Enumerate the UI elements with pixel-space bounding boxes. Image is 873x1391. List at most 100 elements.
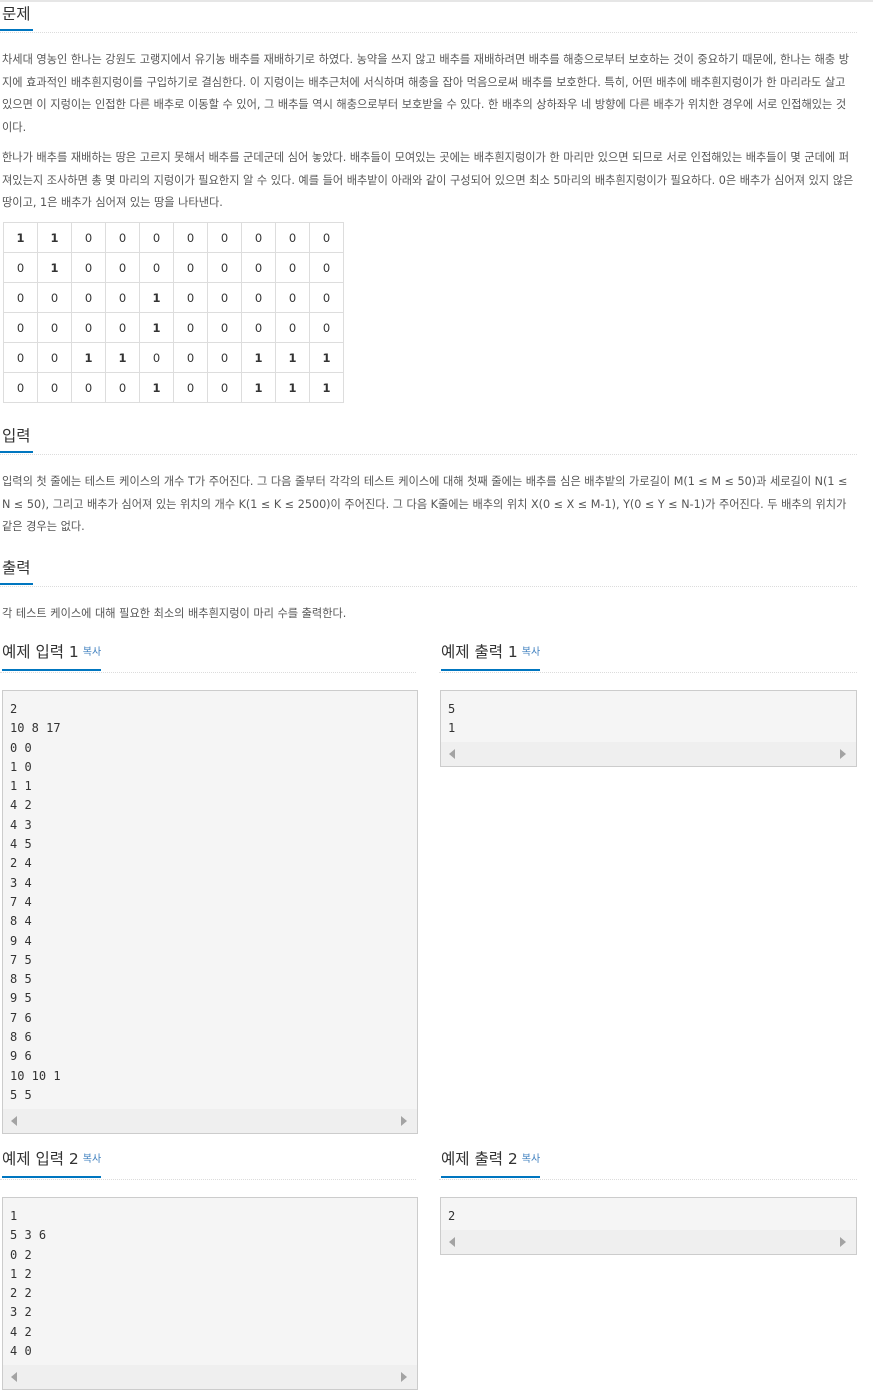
grid-cell: 1: [139, 282, 174, 313]
grid-cell: 0: [71, 222, 106, 253]
grid-row: 0000100000: [3, 282, 344, 313]
sample-input-2-box[interactable]: 1 5 3 6 0 2 1 2 2 2 3 2 4 2 4 0: [2, 1197, 418, 1390]
grid-cell: 0: [275, 282, 310, 313]
grid-cell: 0: [37, 342, 72, 373]
scroll-right-arrow-icon[interactable]: [840, 1237, 846, 1247]
copy-sample-input-1-button[interactable]: 복사: [83, 647, 101, 658]
grid-cell: 0: [71, 312, 106, 343]
grid-cell: 0: [173, 312, 208, 343]
grid-cell: 0: [71, 252, 106, 283]
grid-cell: 0: [139, 252, 174, 283]
grid-cell: 0: [241, 222, 276, 253]
grid-cell: 0: [173, 222, 208, 253]
sample-output-1-box[interactable]: 5 1: [440, 690, 857, 767]
grid-cell: 1: [139, 372, 174, 403]
sample-output-1-header: 예제 출력 1 복사: [439, 640, 857, 673]
grid-cell: 0: [105, 222, 140, 253]
grid-cell: 0: [207, 312, 242, 343]
sample-input-1-text: 2 10 8 17 0 0 1 0 1 1 4 2 4 3 4 5 2 4 3 …: [10, 702, 61, 1102]
grid-cell: 0: [241, 312, 276, 343]
sample-output-1-title: 예제 출력 1 복사: [441, 640, 541, 671]
grid-cell: 0: [3, 252, 38, 283]
scroll-left-arrow-icon[interactable]: [11, 1372, 17, 1382]
output-section: 출력 각 테스트 케이스에 대해 필요한 최소의 배추흰지렁이 마리 수를 출력…: [0, 556, 857, 626]
grid-cell: 0: [173, 282, 208, 313]
grid-row: 0011000111: [3, 342, 344, 373]
grid-cell: 1: [309, 342, 344, 373]
problem-description-2: 한나가 배추를 재배하는 땅은 고르지 못해서 배추를 군데군데 심어 놓았다.…: [2, 150, 854, 210]
grid-cell: 0: [105, 282, 140, 313]
copy-sample-output-1-button[interactable]: 복사: [522, 647, 540, 658]
scroll-left-arrow-icon[interactable]: [449, 1237, 455, 1247]
grid-cell: 0: [207, 342, 242, 373]
grid-cell: 0: [173, 342, 208, 373]
sample-input-1-box[interactable]: 2 10 8 17 0 0 1 0 1 1 4 2 4 3 4 5 2 4 3 …: [2, 690, 418, 1134]
grid-cell: 1: [309, 372, 344, 403]
grid-cell: 0: [3, 342, 38, 373]
scroll-right-arrow-icon[interactable]: [840, 749, 846, 759]
sample-input-1-header: 예제 입력 1 복사: [0, 640, 416, 673]
grid-cell: 0: [173, 252, 208, 283]
scroll-right-arrow-icon[interactable]: [401, 1116, 407, 1126]
grid-cell: 0: [105, 252, 140, 283]
grid-cell: 0: [105, 372, 140, 403]
grid-cell: 0: [71, 282, 106, 313]
sample-output-2-text: 2: [448, 1209, 456, 1223]
input-section: 입력 입력의 첫 줄에는 테스트 케이스의 개수 T가 주어진다. 그 다음 줄…: [0, 424, 857, 539]
sample-output-2-box[interactable]: 2: [440, 1197, 857, 1255]
grid-cell: 0: [139, 342, 174, 373]
sample-input-1-scrollbar[interactable]: [3, 1109, 417, 1133]
grid-cell: 1: [37, 222, 72, 253]
grid-cell: 0: [275, 312, 310, 343]
copy-sample-input-2-button[interactable]: 복사: [83, 1154, 101, 1165]
grid-cell: 0: [37, 282, 72, 313]
problem-header: 문제: [0, 2, 857, 33]
grid-cell: 0: [207, 372, 242, 403]
grid-cell: 0: [309, 252, 344, 283]
grid-cell: 1: [105, 342, 140, 373]
grid-cell: 0: [3, 312, 38, 343]
sample-output-1-scrollbar[interactable]: [441, 742, 856, 766]
grid-cell: 0: [37, 312, 72, 343]
grid-cell: 1: [275, 342, 310, 373]
grid-cell: 0: [173, 372, 208, 403]
sample-output-1-text: 5 1: [448, 702, 456, 736]
sample-output-2-header: 예제 출력 2 복사: [439, 1147, 857, 1180]
sample-output-2-scrollbar[interactable]: [441, 1230, 856, 1254]
sample-input-2-title: 예제 입력 2 복사: [2, 1147, 102, 1178]
grid-cell: 1: [241, 372, 276, 403]
grid-cell: 0: [37, 372, 72, 403]
sample-input-2-text: 1 5 3 6 0 2 1 2 2 2 3 2 4 2 4 0: [10, 1209, 47, 1359]
grid-row: 0000100000: [3, 312, 344, 343]
grid-row: 1100000000: [3, 222, 344, 253]
input-description: 입력의 첫 줄에는 테스트 케이스의 개수 T가 주어진다. 그 다음 줄부터 …: [2, 475, 848, 534]
problem-description-1: 차세대 영농인 한나는 강원도 고랭지에서 유기농 배추를 재배하기로 하였다.…: [2, 53, 849, 135]
problem-title: 문제: [0, 2, 33, 31]
grid-row: 0000100111: [3, 372, 344, 403]
grid-cell: 1: [3, 222, 38, 253]
grid-cell: 0: [3, 372, 38, 403]
scroll-right-arrow-icon[interactable]: [401, 1372, 407, 1382]
output-title: 출력: [0, 556, 33, 585]
grid-cell: 1: [139, 312, 174, 343]
grid-cell: 0: [207, 282, 242, 313]
cabbage-field-table: 1100000000010000000000001000000000100000…: [3, 222, 344, 403]
grid-cell: 0: [139, 222, 174, 253]
problem-section: 문제 차세대 영농인 한나는 강원도 고랭지에서 유기농 배추를 재배하기로 하…: [0, 2, 857, 215]
grid-cell: 0: [309, 282, 344, 313]
grid-cell: 1: [71, 342, 106, 373]
grid-cell: 0: [105, 312, 140, 343]
grid-row: 0100000000: [3, 252, 344, 283]
grid-cell: 0: [207, 252, 242, 283]
sample-input-2-scrollbar[interactable]: [3, 1365, 417, 1389]
grid-cell: 1: [241, 342, 276, 373]
grid-cell: 0: [241, 282, 276, 313]
scroll-left-arrow-icon[interactable]: [11, 1116, 17, 1126]
scroll-left-arrow-icon[interactable]: [449, 749, 455, 759]
copy-sample-output-2-button[interactable]: 복사: [522, 1154, 540, 1165]
sample-output-2-title: 예제 출력 2 복사: [441, 1147, 541, 1178]
grid-cell: 0: [275, 252, 310, 283]
grid-cell: 0: [241, 252, 276, 283]
input-title: 입력: [0, 424, 33, 453]
sample-input-1-title: 예제 입력 1 복사: [2, 640, 102, 671]
